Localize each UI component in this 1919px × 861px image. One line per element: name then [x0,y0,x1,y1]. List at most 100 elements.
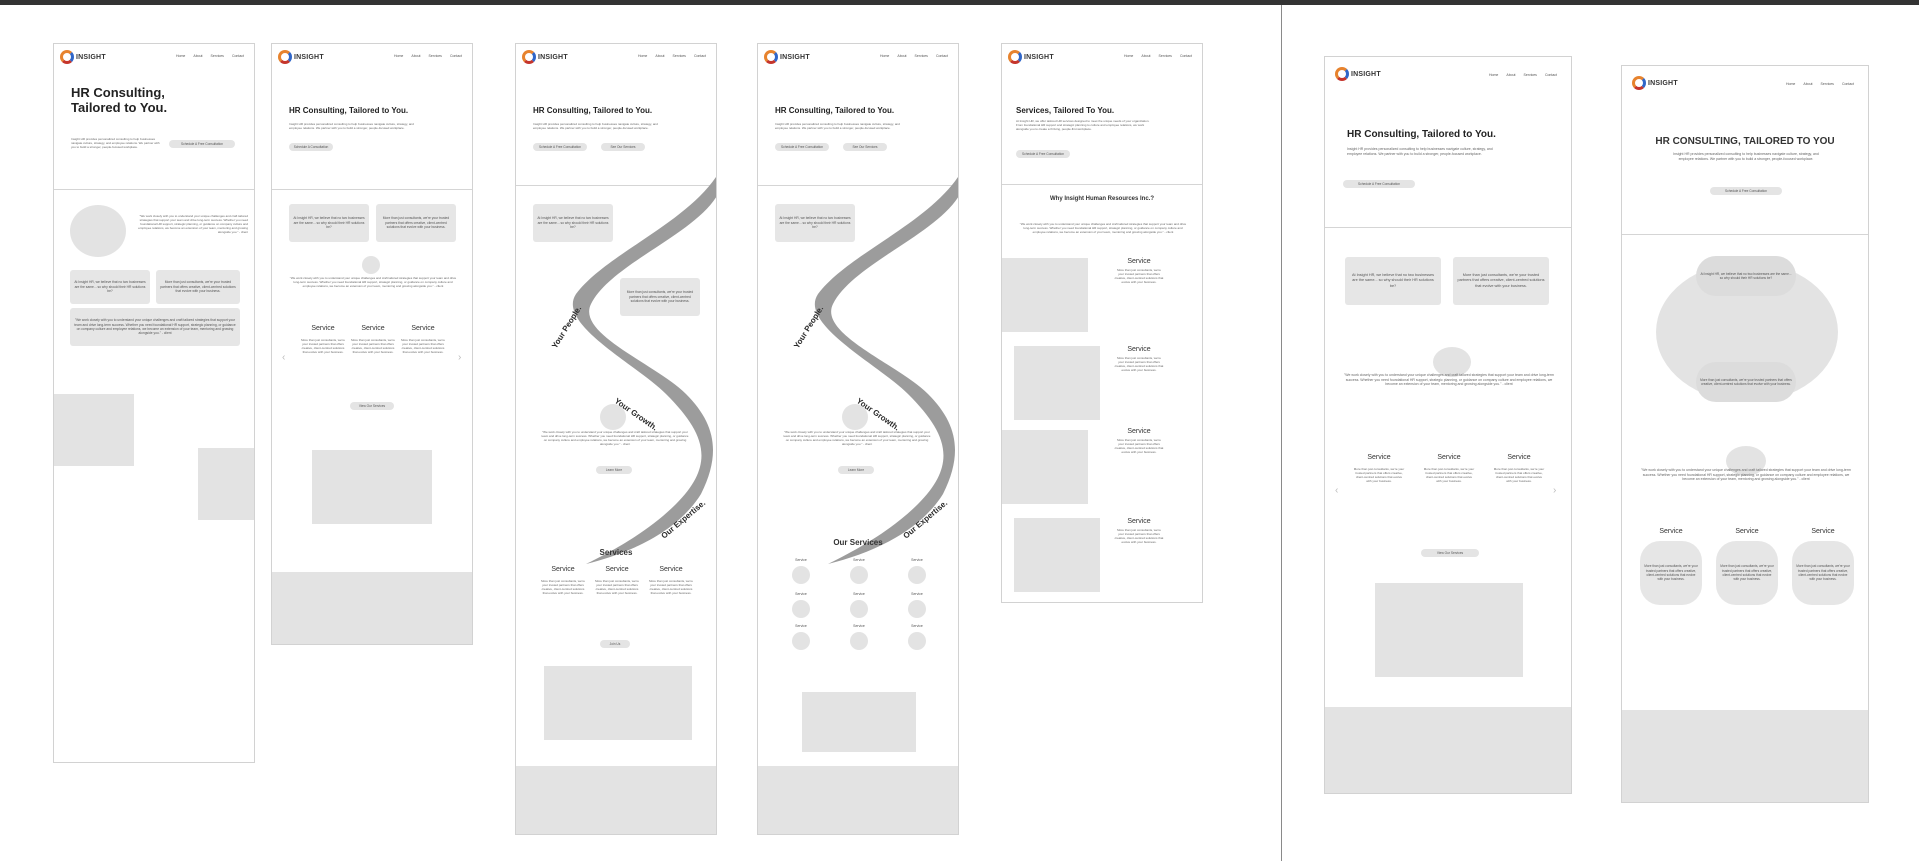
logo-text: INSIGHT [780,53,810,61]
logo[interactable]: INSIGHT [278,50,324,64]
service-title: Service [1437,454,1461,461]
nav-about[interactable]: About [193,54,202,58]
hero-title: HR Consulting, Tailored to You. [289,106,409,115]
wireframe-home-hifi-v1: INSIGHT Home About Services Contact HR Cons… [1324,56,1572,794]
service-card: Service More than just consultants, we're… [540,566,586,595]
nav-contact[interactable]: Contact [1180,54,1192,58]
nav-services[interactable]: Services [429,54,442,58]
nav-services[interactable]: Services [915,54,928,58]
service-item[interactable]: Service [844,558,874,584]
nav-services[interactable]: Services [1524,73,1537,77]
nav-about[interactable]: About [411,54,420,58]
nav-contact[interactable]: Contact [1545,73,1557,77]
cta-button[interactable]: Schedule A Free Consultation [1016,150,1070,158]
testimonial-quote: "We work closely with you to understand … [783,430,931,447]
service-description: More than just consultants, we're your t… [1353,467,1405,484]
divider [1002,184,1202,185]
nav-services[interactable]: Services [1159,54,1172,58]
service-item[interactable]: Service [902,558,932,584]
service-item[interactable]: Service [844,592,874,618]
service-title: Service [795,592,807,596]
nav-home[interactable]: Home [1786,82,1795,86]
service-item[interactable]: Service [786,558,816,584]
service-item[interactable]: Service [844,624,874,650]
service-title: Service [911,592,923,596]
logo-text: INSIGHT [1351,70,1381,78]
service-card: Service More than just consultants, we're… [1114,258,1164,284]
avatar-placeholder [600,404,626,430]
service-title: Service [311,325,335,332]
cta-button[interactable]: Schedule A Free Consultation [1710,187,1782,195]
cta-button[interactable]: Schedule A Free Consultation [1343,180,1415,188]
nav-home[interactable]: Home [880,54,889,58]
logo[interactable]: INSIGHT [1008,50,1054,64]
chevron-right-icon[interactable]: › [458,352,461,363]
value-card-b: More than just consultants, we're your t… [620,278,700,316]
logo[interactable]: INSIGHT [522,50,568,64]
service-description: More than just consultants, we're your t… [1716,541,1778,605]
nav-home[interactable]: Home [394,54,403,58]
nav-contact[interactable]: Contact [450,54,462,58]
join-button[interactable]: Join Us [600,640,630,648]
service-item[interactable]: Service [786,624,816,650]
image-placeholder [544,666,692,740]
nav-home[interactable]: Home [638,54,647,58]
logo[interactable]: INSIGHT [60,50,106,64]
service-title: Service [853,558,865,562]
wireframe-services: INSIGHT Home About Services Contact Service… [1001,43,1203,603]
service-item[interactable]: Service [786,592,816,618]
cta-button[interactable]: Schedule A Consultation [289,143,333,151]
learn-more-button[interactable]: Learn More [838,466,874,474]
nav-home[interactable]: Home [1489,73,1498,77]
learn-more-button[interactable]: Learn More [596,466,632,474]
service-title: Service [911,624,923,628]
site-header: INSIGHT Home About Services Contact [758,44,958,72]
logo[interactable]: INSIGHT [764,50,810,64]
nav-about[interactable]: About [897,54,906,58]
nav-contact[interactable]: Contact [1842,82,1854,86]
footer [758,766,958,834]
footer [272,572,472,644]
view-services-button[interactable]: View Our Services [350,402,394,410]
chevron-left-icon[interactable]: ‹ [282,352,285,363]
logo-icon [1008,50,1022,64]
ribbon-graphic: Your People. Your Growth. Our Expertise. [792,176,958,564]
cta-button[interactable]: Schedule A Free Consultation [169,140,235,148]
wireframe-canvas: INSIGHT Home About Services Contact HR Cons… [0,5,1919,861]
service-item[interactable]: Service [902,624,932,650]
chevron-left-icon[interactable]: ‹ [1335,485,1338,496]
main-nav: Home About Services Contact [1124,54,1192,58]
service-card: Service More than just consultants, we're… [1423,454,1475,483]
nav-services[interactable]: Services [211,54,224,58]
hero-title: HR CONSULTING, TAILORED TO YOU [1655,136,1835,147]
testimonial-quote: "We work closely with you to understand … [138,214,248,235]
divider [272,189,472,190]
chevron-right-icon[interactable]: › [1553,485,1556,496]
service-icon [792,632,810,650]
nav-about[interactable]: About [1803,82,1812,86]
view-services-button[interactable]: View Our Services [1421,549,1479,557]
hero-title: HR Consulting, Tailored to You. [775,106,895,115]
nav-contact[interactable]: Contact [694,54,706,58]
site-header: INSIGHT Home About Services Contact [516,44,716,72]
service-title: Service [853,592,865,596]
nav-contact[interactable]: Contact [232,54,244,58]
service-title: Service [361,325,385,332]
site-header: INSIGHT Home About Services Contact [272,44,472,72]
logo[interactable]: INSIGHT [1335,67,1381,81]
nav-about[interactable]: About [655,54,664,58]
testimonial-quote: "We work closely with you to understand … [541,430,689,447]
nav-services[interactable]: Services [1821,82,1834,86]
nav-home[interactable]: Home [1124,54,1133,58]
logo[interactable]: INSIGHT [1632,76,1678,90]
service-item[interactable]: Service [902,592,932,618]
image-placeholder [1375,583,1523,677]
nav-about[interactable]: About [1506,73,1515,77]
logo-text: INSIGHT [538,53,568,61]
nav-home[interactable]: Home [176,54,185,58]
service-icon [850,632,868,650]
nav-contact[interactable]: Contact [936,54,948,58]
service-image [1014,346,1100,420]
nav-services[interactable]: Services [673,54,686,58]
nav-about[interactable]: About [1141,54,1150,58]
